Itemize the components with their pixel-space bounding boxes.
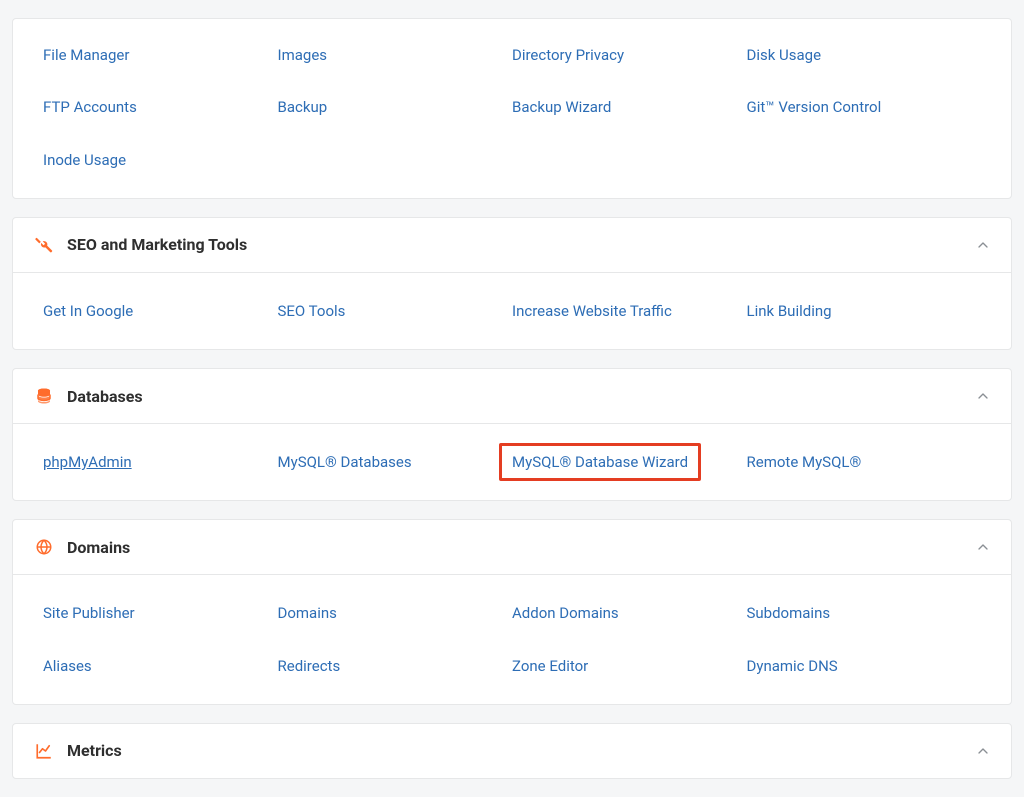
chevron-up-icon [975, 388, 991, 404]
panel-body: Site Publisher Domains Addon Domains Subdom… [13, 574, 1011, 704]
item-cell: Directory Privacy [512, 35, 747, 87]
panel-seo: SEO and Marketing Tools Get In Google SEO … [12, 217, 1012, 350]
link-directory-privacy[interactable]: Directory Privacy [512, 45, 624, 65]
database-icon [33, 385, 55, 407]
link-aliases[interactable]: Aliases [43, 656, 92, 676]
item-cell: MySQL® Database Wizard [512, 442, 747, 494]
link-remote-mysql[interactable]: Remote MySQL® [747, 452, 862, 472]
item-cell: Remote MySQL® [747, 442, 982, 494]
chevron-up-icon [975, 743, 991, 759]
link-phpmyadmin[interactable]: phpMyAdmin [43, 452, 132, 472]
chevron-up-icon [975, 539, 991, 555]
link-dynamic-dns[interactable]: Dynamic DNS [747, 656, 838, 676]
item-cell: FTP Accounts [43, 87, 278, 139]
link-disk-usage[interactable]: Disk Usage [747, 45, 822, 65]
link-git-version-control[interactable]: Git™ Version Control [747, 97, 882, 117]
panel-title: SEO and Marketing Tools [67, 235, 975, 254]
panel-metrics: Metrics [12, 723, 1012, 779]
panel-header-databases[interactable]: Databases [13, 369, 1011, 423]
item-cell: Aliases [43, 646, 278, 698]
tools-icon [33, 234, 55, 256]
link-increase-website-traffic[interactable]: Increase Website Traffic [512, 301, 672, 321]
metrics-icon [33, 740, 55, 762]
chevron-up-icon [975, 237, 991, 253]
panel-databases: Databases phpMyAdmin MySQL® Databases MySQL… [12, 368, 1012, 501]
item-cell: Zone Editor [512, 646, 747, 698]
items-grid: File Manager Images Directory Privacy Disk … [43, 35, 981, 192]
item-cell: Git™ Version Control [747, 87, 982, 139]
item-cell: Link Building [747, 291, 982, 343]
item-cell: Backup Wizard [512, 87, 747, 139]
panel-title: Databases [67, 387, 975, 406]
panel-body: phpMyAdmin MySQL® Databases MySQL® Databas… [13, 423, 1011, 500]
link-backup-wizard[interactable]: Backup Wizard [512, 97, 611, 117]
link-site-publisher[interactable]: Site Publisher [43, 603, 135, 623]
link-backup[interactable]: Backup [278, 97, 328, 117]
link-zone-editor[interactable]: Zone Editor [512, 656, 588, 676]
link-images[interactable]: Images [278, 45, 328, 65]
item-cell: Subdomains [747, 593, 982, 645]
panel-files: File Manager Images Directory Privacy Disk … [12, 18, 1012, 199]
link-mysql-databases[interactable]: MySQL® Databases [278, 452, 412, 472]
panel-header-seo[interactable]: SEO and Marketing Tools [13, 218, 1011, 272]
panel-body: Get In Google SEO Tools Increase Website T… [13, 272, 1011, 349]
item-cell: Disk Usage [747, 35, 982, 87]
panel-domains: Domains Site Publisher Domains Addon Domain… [12, 519, 1012, 705]
item-cell: MySQL® Databases [278, 442, 513, 494]
item-cell: Domains [278, 593, 513, 645]
item-cell: File Manager [43, 35, 278, 87]
item-cell: SEO Tools [278, 291, 513, 343]
link-redirects[interactable]: Redirects [278, 656, 341, 676]
panel-title: Metrics [67, 741, 975, 760]
link-link-building[interactable]: Link Building [747, 301, 832, 321]
items-grid: phpMyAdmin MySQL® Databases MySQL® Databas… [43, 442, 981, 494]
items-grid: Site Publisher Domains Addon Domains Subdom… [43, 593, 981, 698]
panel-body: File Manager Images Directory Privacy Disk … [13, 19, 1011, 198]
link-inode-usage[interactable]: Inode Usage [43, 150, 126, 170]
items-grid: Get In Google SEO Tools Increase Website T… [43, 291, 981, 343]
panel-title: Domains [67, 538, 975, 557]
item-cell: Images [278, 35, 513, 87]
item-cell: Site Publisher [43, 593, 278, 645]
link-addon-domains[interactable]: Addon Domains [512, 603, 619, 623]
globe-icon [33, 536, 55, 558]
item-cell: phpMyAdmin [43, 442, 278, 494]
link-subdomains[interactable]: Subdomains [747, 603, 831, 623]
link-domains-link[interactable]: Domains [278, 603, 337, 623]
item-cell: Redirects [278, 646, 513, 698]
item-cell: Backup [278, 87, 513, 139]
item-cell: Dynamic DNS [747, 646, 982, 698]
link-mysql-database-wizard[interactable]: MySQL® Database Wizard [499, 443, 701, 481]
panel-header-domains[interactable]: Domains [13, 520, 1011, 574]
link-ftp-accounts[interactable]: FTP Accounts [43, 97, 137, 117]
item-cell: Inode Usage [43, 140, 278, 192]
item-cell: Addon Domains [512, 593, 747, 645]
link-seo-tools[interactable]: SEO Tools [278, 301, 346, 321]
link-file-manager[interactable]: File Manager [43, 45, 129, 65]
panel-header-metrics[interactable]: Metrics [13, 724, 1011, 778]
link-get-in-google[interactable]: Get In Google [43, 301, 133, 321]
item-cell: Increase Website Traffic [512, 291, 747, 343]
item-cell: Get In Google [43, 291, 278, 343]
